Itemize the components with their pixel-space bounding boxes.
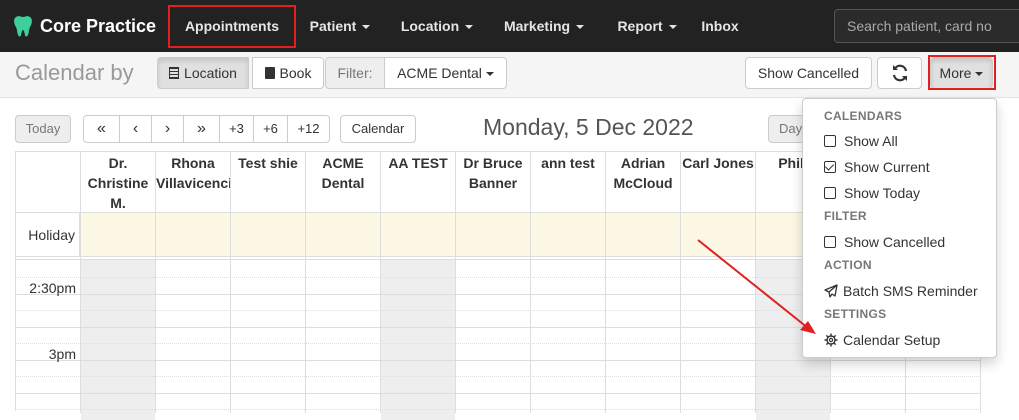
annotation-arrow [697, 239, 816, 334]
